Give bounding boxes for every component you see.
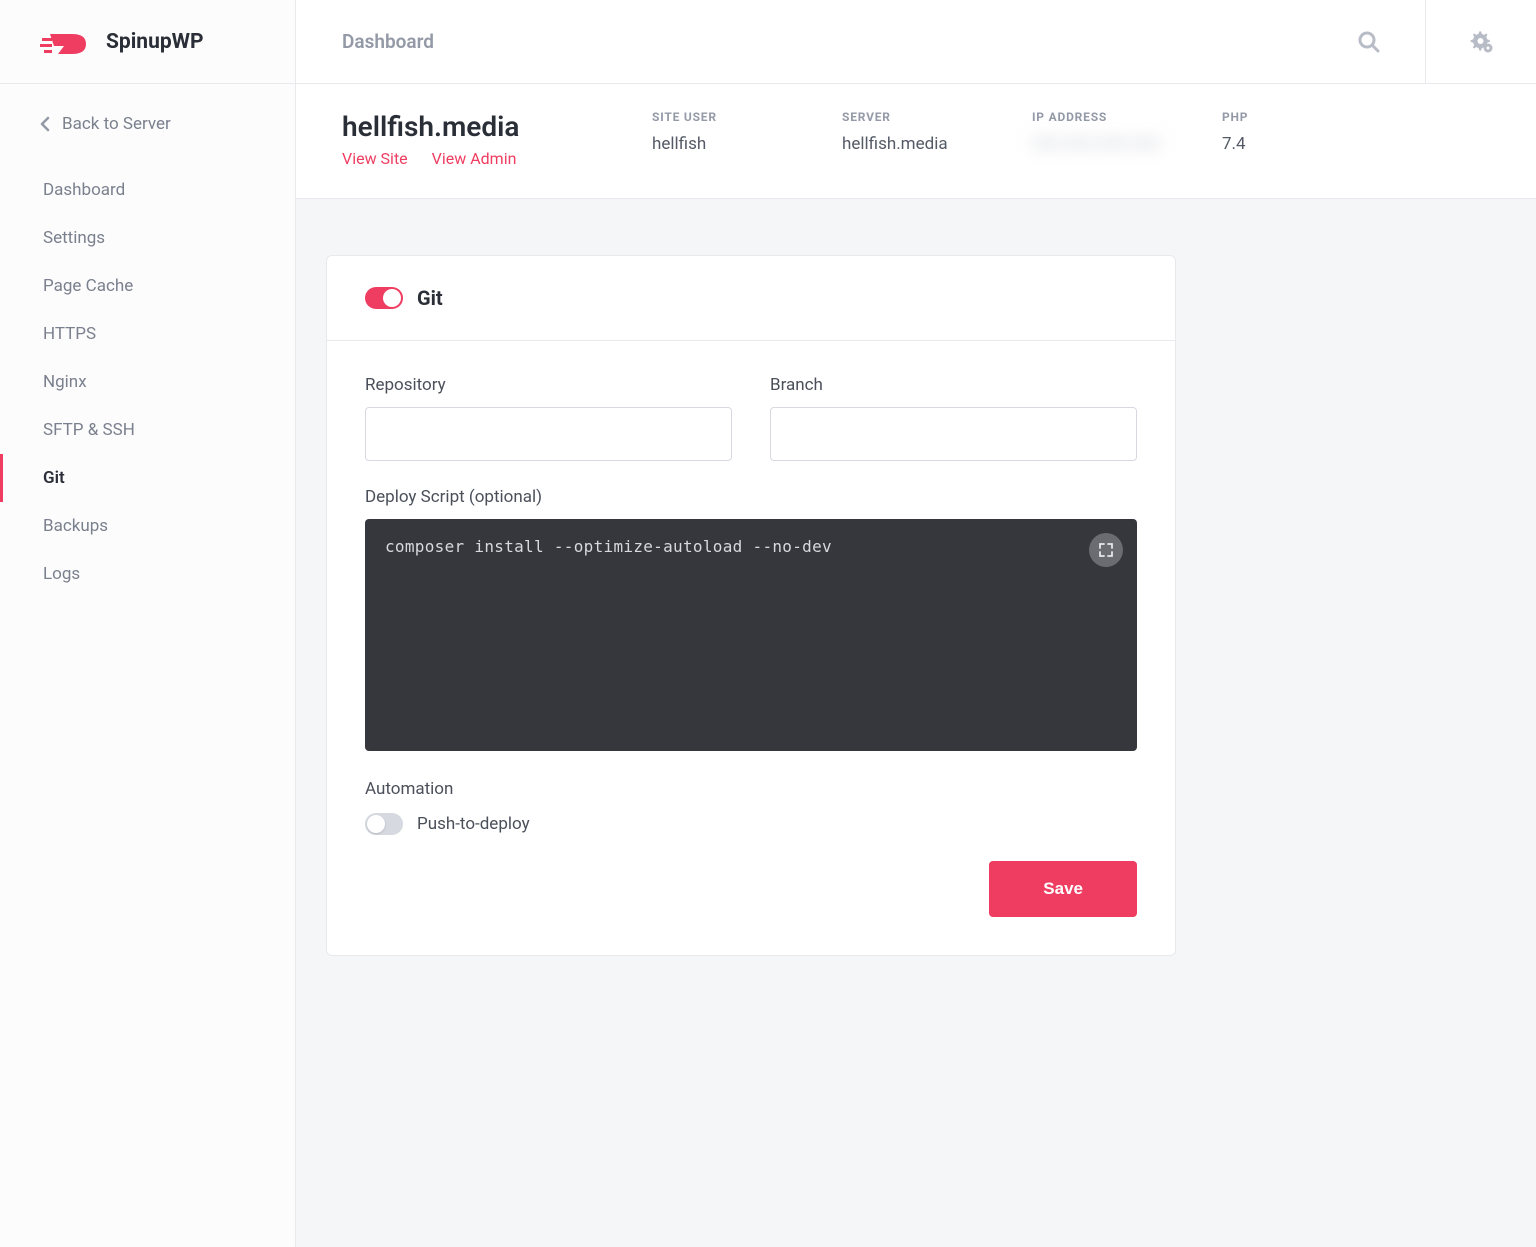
deploy-script-input[interactable]: composer install --optimize-autoload --n… bbox=[365, 519, 1137, 751]
server-label: SERVER bbox=[842, 110, 972, 124]
site-user-label: SITE USER bbox=[652, 110, 782, 124]
branch-input[interactable] bbox=[770, 407, 1137, 461]
repository-label: Repository bbox=[365, 375, 732, 395]
repository-input[interactable] bbox=[365, 407, 732, 461]
nav-https[interactable]: HTTPS bbox=[0, 310, 295, 358]
php-label: PHP bbox=[1222, 110, 1352, 124]
nav-label: SFTP & SSH bbox=[43, 420, 135, 440]
back-to-server-link[interactable]: Back to Server bbox=[0, 84, 295, 154]
nav-dashboard[interactable]: Dashboard bbox=[0, 166, 295, 214]
topbar: Dashboard bbox=[296, 0, 1536, 84]
logo[interactable]: SpinupWP bbox=[0, 0, 295, 84]
settings-button[interactable] bbox=[1458, 18, 1506, 66]
push-to-deploy-label: Push-to-deploy bbox=[417, 814, 530, 834]
server-value: hellfish.media bbox=[842, 134, 972, 154]
nav-backups[interactable]: Backups bbox=[0, 502, 295, 550]
nav-label: HTTPS bbox=[43, 324, 96, 344]
nav-settings[interactable]: Settings bbox=[0, 214, 295, 262]
push-to-deploy-toggle[interactable] bbox=[365, 813, 403, 835]
nav: Dashboard Settings Page Cache HTTPS Ngin… bbox=[0, 154, 295, 598]
site-name: hellfish.media bbox=[342, 110, 592, 143]
branch-label: Branch bbox=[770, 375, 1137, 395]
deploy-script-text: composer install --optimize-autoload --n… bbox=[385, 537, 1117, 556]
nav-label: Backups bbox=[43, 516, 108, 536]
breadcrumb[interactable]: Dashboard bbox=[342, 30, 1345, 53]
php-value: 7.4 bbox=[1222, 134, 1352, 154]
card-title: Git bbox=[417, 286, 443, 310]
ip-label: IP ADDRESS bbox=[1032, 110, 1162, 124]
automation-label: Automation bbox=[365, 779, 1137, 799]
logo-text: SpinupWP bbox=[106, 30, 204, 54]
search-button[interactable] bbox=[1345, 18, 1393, 66]
main: Dashboard bbox=[296, 0, 1536, 1247]
nav-label: Page Cache bbox=[43, 276, 133, 296]
gear-icon bbox=[1469, 29, 1495, 55]
expand-button[interactable] bbox=[1089, 533, 1123, 567]
divider bbox=[1425, 0, 1426, 84]
git-toggle[interactable] bbox=[365, 287, 403, 309]
nav-label: Nginx bbox=[43, 372, 87, 392]
search-icon bbox=[1358, 31, 1380, 53]
logo-icon bbox=[40, 26, 94, 58]
nav-page-cache[interactable]: Page Cache bbox=[0, 262, 295, 310]
nav-nginx[interactable]: Nginx bbox=[0, 358, 295, 406]
view-site-link[interactable]: View Site bbox=[342, 149, 408, 168]
ip-value: 000.000.000.000 bbox=[1032, 134, 1162, 154]
nav-label: Git bbox=[43, 468, 65, 488]
content: Git Repository Branch Depl bbox=[296, 199, 1536, 996]
site-user-value: hellfish bbox=[652, 134, 782, 154]
expand-icon bbox=[1099, 543, 1113, 557]
chevron-left-icon bbox=[40, 116, 50, 132]
nav-label: Dashboard bbox=[43, 180, 125, 200]
sidebar: SpinupWP Back to Server Dashboard Settin… bbox=[0, 0, 296, 1247]
deploy-script-label: Deploy Script (optional) bbox=[365, 487, 1137, 507]
save-button[interactable]: Save bbox=[989, 861, 1137, 917]
git-card: Git Repository Branch Depl bbox=[326, 255, 1176, 956]
site-header: hellfish.media View Site View Admin SITE… bbox=[296, 84, 1536, 199]
card-header: Git bbox=[327, 256, 1175, 341]
nav-git[interactable]: Git bbox=[0, 454, 295, 502]
nav-label: Logs bbox=[43, 564, 80, 584]
view-admin-link[interactable]: View Admin bbox=[432, 149, 517, 168]
nav-label: Settings bbox=[43, 228, 105, 248]
nav-sftp-ssh[interactable]: SFTP & SSH bbox=[0, 406, 295, 454]
nav-logs[interactable]: Logs bbox=[0, 550, 295, 598]
back-link-label: Back to Server bbox=[62, 114, 171, 134]
